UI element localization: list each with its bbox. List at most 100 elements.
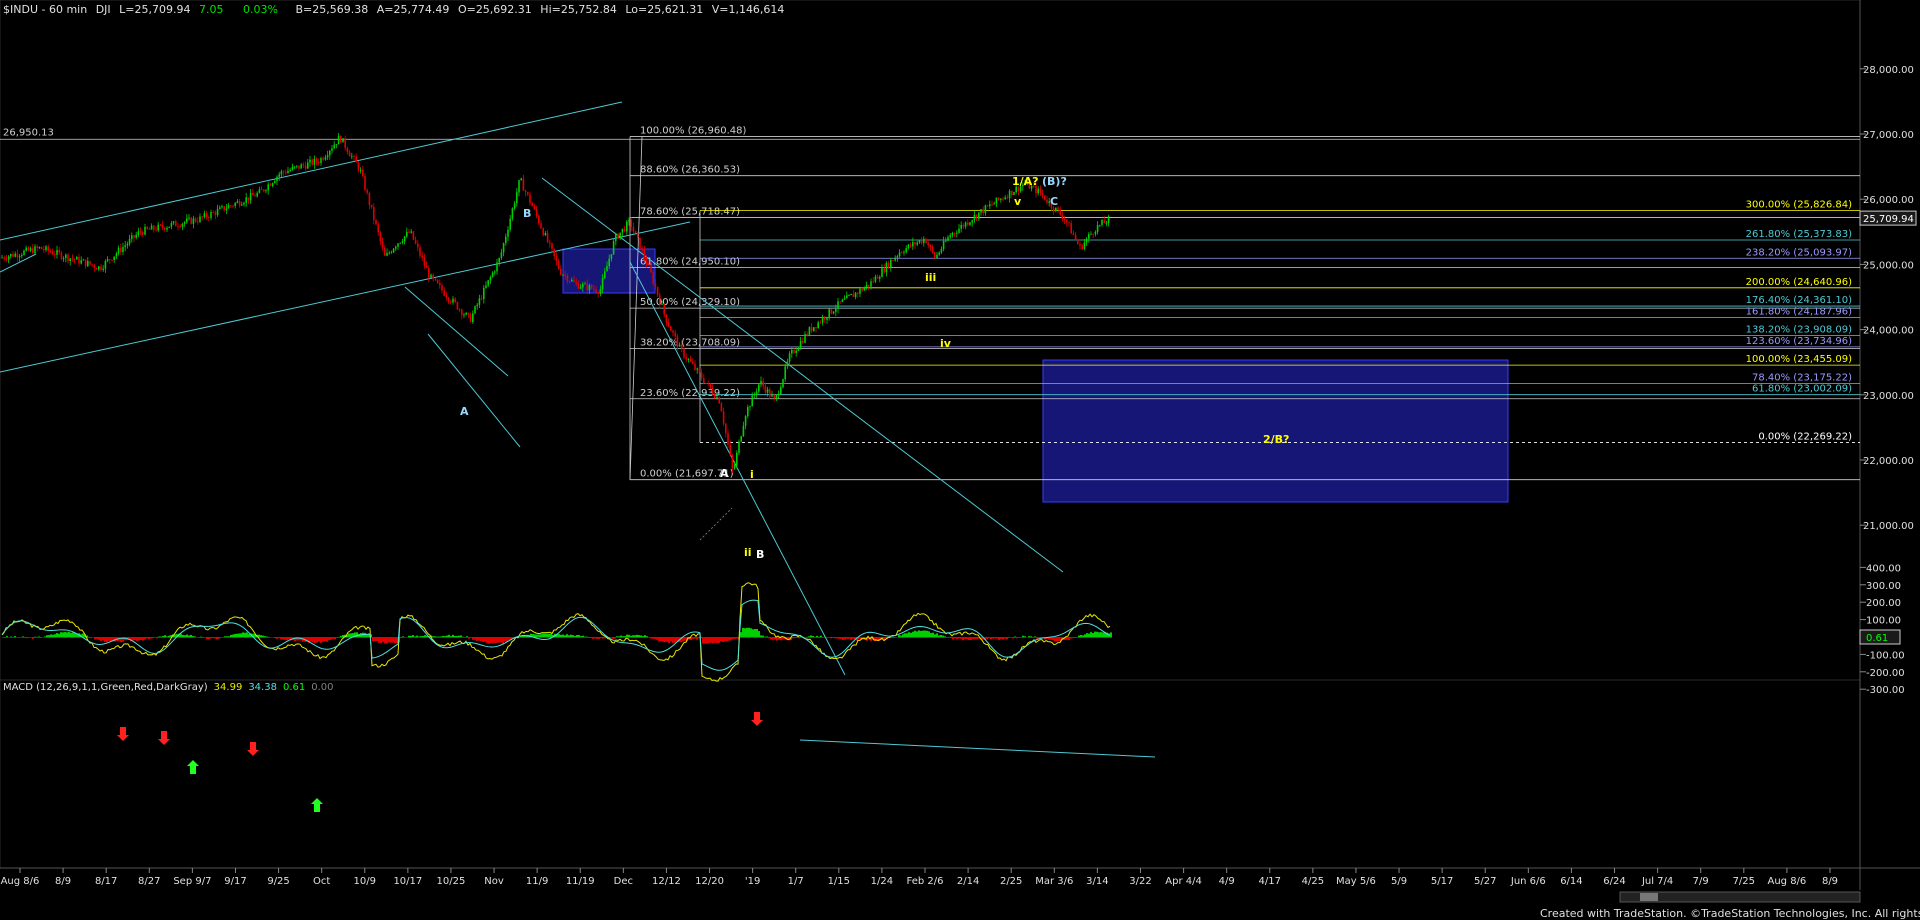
candle-body <box>399 242 401 244</box>
candle-body <box>128 238 131 244</box>
macd-histogram-bar <box>420 636 422 638</box>
candle-body <box>346 147 349 153</box>
price-tick-label: 23,000.00 <box>1863 391 1914 402</box>
candle-body <box>384 247 386 256</box>
macd-histogram-bar <box>414 636 416 638</box>
candle-body <box>1070 223 1072 234</box>
macd-histogram-bar <box>350 633 352 638</box>
macd-histogram-bar <box>288 637 290 640</box>
candle-body <box>1061 214 1064 220</box>
candle-body <box>786 361 789 367</box>
macd-histogram-bar <box>720 637 722 642</box>
candle-body <box>700 372 703 379</box>
candle-body <box>344 138 346 148</box>
candle-body <box>722 411 725 424</box>
macd-histogram-bar <box>58 633 60 638</box>
macd-histogram-bar <box>1094 631 1096 638</box>
time-tick-label: 11/19 <box>566 876 595 887</box>
macd-histogram-bar <box>1002 637 1004 640</box>
macd-histogram-bar <box>390 637 392 643</box>
candle-body <box>920 240 923 243</box>
candle-body <box>663 304 665 315</box>
candle-body <box>249 192 252 201</box>
header-last: L=25,709.94 <box>119 3 190 16</box>
time-tick-label: 7/25 <box>1733 876 1755 887</box>
macd-histogram-bar <box>260 635 262 638</box>
candle-body <box>124 245 126 248</box>
candle-body <box>329 150 331 156</box>
macd-histogram-bar <box>198 637 200 638</box>
macd-histogram-bar <box>730 637 732 641</box>
candle-body <box>423 257 426 266</box>
candle-body <box>612 241 615 255</box>
macd-histogram-bar <box>600 637 602 639</box>
macd-histogram-bar <box>32 637 34 639</box>
macd-histogram-bar <box>240 633 242 638</box>
macd-histogram-bar <box>590 637 592 639</box>
candle-body <box>298 165 300 169</box>
macd-histogram-bar <box>652 637 654 639</box>
macd-histogram-bar <box>318 637 320 642</box>
time-scrollbar-thumb[interactable] <box>1640 893 1658 901</box>
candle-body <box>223 206 225 211</box>
candle-body <box>47 246 49 251</box>
macd-histogram-bar <box>622 636 624 638</box>
footer-credit: Created with TradeStation. ©TradeStation… <box>1540 907 1920 920</box>
macd-histogram-bar <box>750 628 752 638</box>
candle-body <box>172 221 175 224</box>
price-chart[interactable]: $INDU - 60 min DJI L=25,709.94 7.05 0.03… <box>0 0 1920 920</box>
macd-histogram-bar <box>616 636 618 638</box>
macd-histogram-bar <box>488 637 490 644</box>
candle-body <box>685 357 687 360</box>
candle-body <box>606 266 608 272</box>
candle-body <box>841 299 844 302</box>
macd-histogram-bar <box>140 637 142 640</box>
candle-body <box>276 176 278 182</box>
candle-body <box>650 264 652 273</box>
candle-body <box>1011 190 1013 196</box>
macd-histogram-bar <box>26 637 28 639</box>
macd-histogram-bar <box>64 632 66 638</box>
macd-histogram-bar <box>894 636 896 638</box>
candle-body <box>1081 245 1083 249</box>
header-exchange: DJI <box>96 3 111 16</box>
candle-body <box>282 171 285 173</box>
candle-body <box>73 259 76 260</box>
macd-histogram-bar <box>374 637 376 642</box>
macd-histogram-bar <box>922 630 924 638</box>
macd-histogram-bar <box>230 634 232 638</box>
macd-histogram-bar <box>706 637 708 644</box>
candle-body <box>403 236 406 242</box>
candle-body <box>236 201 239 203</box>
fib-left-label: 88.60% (26,360.53) <box>640 165 740 176</box>
candle-body <box>40 247 43 250</box>
macd-histogram-bar <box>666 637 668 642</box>
macd-histogram-bar <box>14 636 16 638</box>
candle-body <box>1090 233 1092 235</box>
macd-histogram-bar <box>460 635 462 638</box>
macd-tick-label: 100.00 <box>1866 616 1901 627</box>
header-bid: B=25,569.38 <box>295 3 368 16</box>
candle-body <box>175 221 177 227</box>
time-tick-label: Feb 2/6 <box>907 876 944 887</box>
candle-body <box>971 220 973 223</box>
macd-histogram-bar <box>134 637 136 641</box>
macd-histogram-bar <box>650 637 652 639</box>
candle-body <box>764 386 767 393</box>
macd-histogram-bar <box>384 637 386 644</box>
macd-histogram-bar <box>834 637 836 639</box>
macd-histogram-bar <box>550 633 552 638</box>
candle-body <box>203 213 206 218</box>
time-tick-label: 1/15 <box>828 876 850 887</box>
macd-histogram-bar <box>846 637 848 639</box>
candle-body <box>654 283 657 287</box>
candle-body <box>986 205 989 207</box>
macd-histogram-bar <box>1102 632 1104 638</box>
candle-body <box>766 389 769 393</box>
macd-histogram-bar <box>282 637 284 640</box>
macd-histogram-bar <box>1028 636 1030 638</box>
candle-body <box>5 258 8 260</box>
candle-body <box>984 205 987 214</box>
candle-body <box>824 317 826 320</box>
candle-body <box>271 183 274 186</box>
